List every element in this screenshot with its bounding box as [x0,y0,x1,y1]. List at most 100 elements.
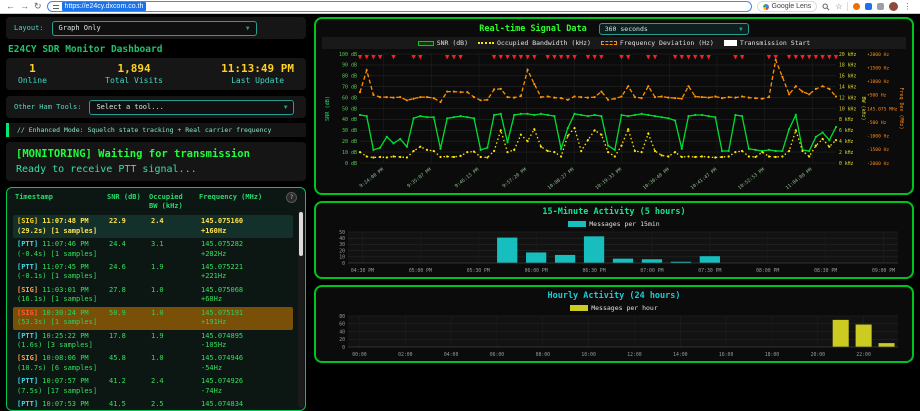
row-snr: 22.9 [109,217,151,236]
realtime-signal-panel: Real-time Signal Data 360 seconds ▼ SNR … [314,17,914,195]
svg-text:18:00: 18:00 [765,352,780,358]
table-row[interactable]: [PTT] 10:25:22 PM (1.6s) [3 samples]17.8… [13,330,293,353]
profile-avatar[interactable] [889,2,898,11]
activity-15min-legend: Messages per 15min [322,218,906,229]
svg-text:50: 50 [339,230,345,236]
messages-hour-label: Messages per hour [591,304,658,312]
table-row[interactable]: [SIG] 11:07:48 PM (29.2s) [1 samples]22.… [13,215,293,238]
menu-kebab-icon[interactable]: ⋮ [903,3,911,11]
col-frequency: Frequency (MHz) [199,193,289,211]
svg-text:20: 20 [339,337,345,343]
col-snr: SNR (dB) [107,193,149,211]
svg-text:0: 0 [342,345,345,351]
svg-text:04:00: 04:00 [444,352,459,358]
monitoring-status-line: [MONITORING] Waiting for transmission [16,148,296,160]
activity-15min-canvas: 0102030405004:30 PM05:00 PM05:30 PM06:00… [322,229,906,281]
row-snr: 27.8 [109,286,151,305]
table-row[interactable]: [PTT] 11:07:45 PM (-0.1s) [1 samples]24.… [13,261,293,284]
bookmark-star-icon[interactable]: ☆ [835,3,842,11]
row-snr: 45.8 [109,354,151,373]
svg-text:9:24:00 PM: 9:24:00 PM [359,167,386,190]
row-timestamp: [SIG] 11:07:48 PM (29.2s) [1 samples] [17,217,109,236]
realtime-chart-canvas: 100 dB20 kHz90 dB18 kHz80 dB16 kHz70 dB1… [322,49,906,198]
total-visits-label: Total Visits [105,76,163,85]
table-row[interactable]: [PTT] 11:07:46 PM (-0.4s) [1 samples]24.… [13,238,293,261]
svg-text:-1500 Hz: -1500 Hz [867,147,889,153]
row-timestamp: [SIG] 10:08:06 PM (10.7s) [6 samples] [17,354,109,373]
layout-select[interactable]: Graph Only ▼ [52,21,257,36]
snr-legend-label: SNR (dB) [437,39,468,47]
lens-label: Google Lens [772,3,812,10]
row-frequency: 145.075160+160Hz [201,217,293,236]
table-row[interactable]: [SIG] 10:08:06 PM (10.7s) [6 samples]45.… [13,352,293,375]
svg-text:90 dB: 90 dB [342,63,357,69]
online-count: 1 [18,63,47,75]
svg-text:04:30 PM: 04:30 PM [351,268,374,274]
time-range-select[interactable]: 360 seconds ▼ [599,23,749,35]
search-icon[interactable] [822,3,830,11]
svg-text:145.075 MHz: 145.075 MHz [867,106,898,112]
browser-toolbar: ← → ↻ https://e24cy.dxcom.co.th Google L… [0,0,920,14]
row-snr: 41.2 [109,377,151,396]
svg-text:20: 20 [339,248,345,254]
row-snr: 24.6 [109,263,151,282]
layout-label: Layout: [14,24,44,32]
row-bw: 2.4 [151,377,201,396]
table-row[interactable]: [PTT] 10:07:57 PM (7.5s) [17 samples]41.… [13,375,293,398]
url-text[interactable]: https://e24cy.dxcom.co.th [62,2,147,11]
table-body: [SIG] 11:07:48 PM (29.2s) [1 samples]22.… [7,213,305,410]
google-lens-button[interactable]: Google Lens [757,1,818,12]
table-row[interactable]: [PTT] 10:07:53 PM (2.7s) [3 samples]41.5… [13,398,293,410]
row-frequency: 145.074834-166Hz [201,400,293,410]
svg-text:+500 Hz: +500 Hz [867,93,887,99]
svg-text:10:41:47 PM: 10:41:47 PM [689,167,718,191]
svg-text:40: 40 [339,329,345,335]
forward-icon[interactable]: → [20,2,29,11]
reload-icon[interactable]: ↻ [34,2,42,11]
back-icon[interactable]: ← [6,2,15,11]
svg-text:16:00: 16:00 [719,352,734,358]
svg-text:09:00 PM: 09:00 PM [872,268,895,274]
scrollbar-thumb[interactable] [299,212,303,256]
svg-text:10:08:27 PM: 10:08:27 PM [547,167,576,191]
svg-text:-2000 Hz: -2000 Hz [867,161,889,167]
svg-text:30 dB: 30 dB [342,128,357,134]
svg-text:+1000 Hz: +1000 Hz [867,79,889,85]
svg-text:9:35:07 PM: 9:35:07 PM [406,167,433,190]
row-bw: 1.0 [151,286,201,305]
extension-icon-2[interactable] [865,3,872,10]
svg-text:-1000 Hz: -1000 Hz [867,134,889,140]
extension-icon-3[interactable] [877,3,884,10]
row-frequency: 145.075221+221Hz [201,263,293,282]
transmission-legend-swatch [724,40,737,46]
hourly-activity-canvas: 02040608000:0002:0004:0006:0008:0010:001… [322,313,906,365]
extension-icon-1[interactable] [853,3,860,10]
svg-text:10 dB: 10 dB [342,150,357,156]
svg-text:SNR (dB): SNR (dB) [325,96,331,121]
last-update-time: 11:13:49 PM [221,63,294,75]
stat-total-visits: 1,894 Total Visits [105,63,163,84]
site-info-icon[interactable] [53,4,59,10]
col-timestamp: Timestamp [15,193,107,211]
svg-text:05:30 PM: 05:30 PM [467,268,490,274]
ham-tools-select[interactable]: Select a tool... ▼ [89,100,294,115]
svg-text:4 kHz: 4 kHz [839,139,854,145]
table-row[interactable]: [SIG] 10:30:24 PM (53.3s) [1 samples]50.… [13,307,293,330]
row-frequency: 145.075282+282Hz [201,240,293,259]
svg-text:06:00: 06:00 [490,352,505,358]
signal-log-table: Timestamp SNR (dB) Occupied BW (kHz) Fre… [6,187,306,411]
stat-online: 1 Online [18,63,47,84]
svg-text:14:00: 14:00 [673,352,688,358]
svg-text:70 dB: 70 dB [342,85,357,91]
svg-text:30: 30 [339,242,345,248]
help-icon[interactable]: ? [286,192,297,203]
page-title: E24CY SDR Monitor Dashboard [8,44,304,55]
address-bar[interactable]: https://e24cy.dxcom.co.th [47,1,752,12]
svg-text:20:00: 20:00 [811,352,826,358]
table-scrollbar[interactable] [298,210,304,408]
table-row[interactable]: [SIG] 11:03:01 PM (16.1s) [1 samples]27.… [13,284,293,307]
toolbar-divider [847,2,848,11]
transmission-legend-label: Transmission Start [740,39,810,47]
row-snr: 41.5 [109,400,151,410]
svg-text:10:19:33 PM: 10:19:33 PM [594,167,623,191]
